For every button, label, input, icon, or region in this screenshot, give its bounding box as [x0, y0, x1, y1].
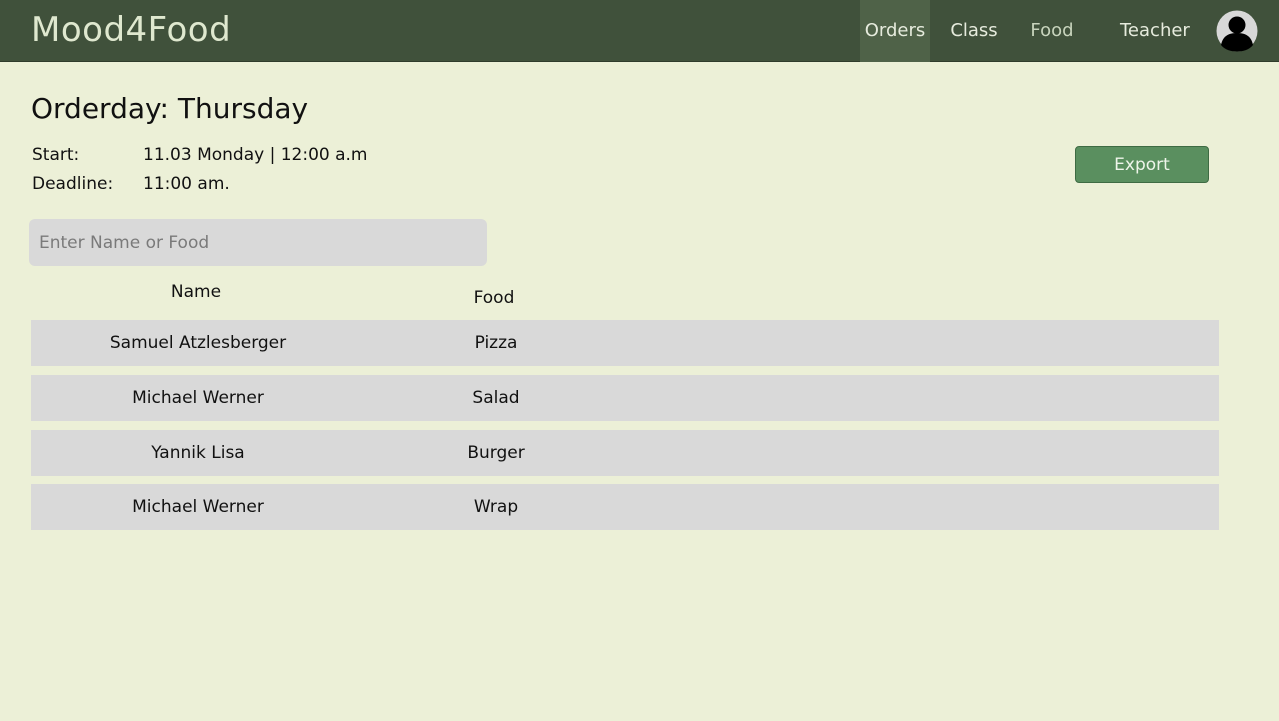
search-input[interactable]	[29, 219, 487, 266]
row-food-cell: Salad	[472, 388, 520, 408]
brand-logo-text[interactable]: Mood4Food	[31, 9, 231, 51]
start-label: Start:	[32, 145, 80, 165]
table-row[interactable]: Samuel Atzlesberger Pizza	[31, 320, 1219, 366]
row-food-cell: Burger	[467, 443, 525, 463]
page-title: Orderday: Thursday	[31, 92, 309, 125]
export-button[interactable]: Export	[1075, 146, 1209, 183]
nav-item-class[interactable]: Class	[940, 0, 1008, 62]
nav-item-orders[interactable]: Orders	[860, 0, 930, 62]
column-header-food: Food	[473, 288, 515, 308]
start-value: 11.03 Monday | 12:00 a.m	[143, 145, 368, 165]
row-name-cell: Yannik Lisa	[151, 443, 245, 463]
table-row[interactable]: Michael Werner Salad	[31, 375, 1219, 421]
user-role-label[interactable]: Teacher	[1120, 0, 1190, 62]
top-navbar: Mood4Food Orders Class Food Teacher	[0, 0, 1279, 62]
row-name-cell: Michael Werner	[132, 497, 264, 517]
row-food-cell: Wrap	[473, 497, 519, 517]
user-avatar-icon[interactable]	[1216, 10, 1258, 52]
table-row[interactable]: Yannik Lisa Burger	[31, 430, 1219, 476]
row-name-cell: Samuel Atzlesberger	[109, 333, 287, 353]
table-row[interactable]: Michael Werner Wrap	[31, 484, 1219, 530]
deadline-value: 11:00 am.	[143, 174, 230, 194]
column-header-name: Name	[170, 282, 222, 302]
nav-item-food[interactable]: Food	[1018, 0, 1086, 62]
row-food-cell: Pizza	[474, 333, 518, 353]
deadline-label: Deadline:	[32, 174, 114, 194]
row-name-cell: Michael Werner	[132, 388, 264, 408]
